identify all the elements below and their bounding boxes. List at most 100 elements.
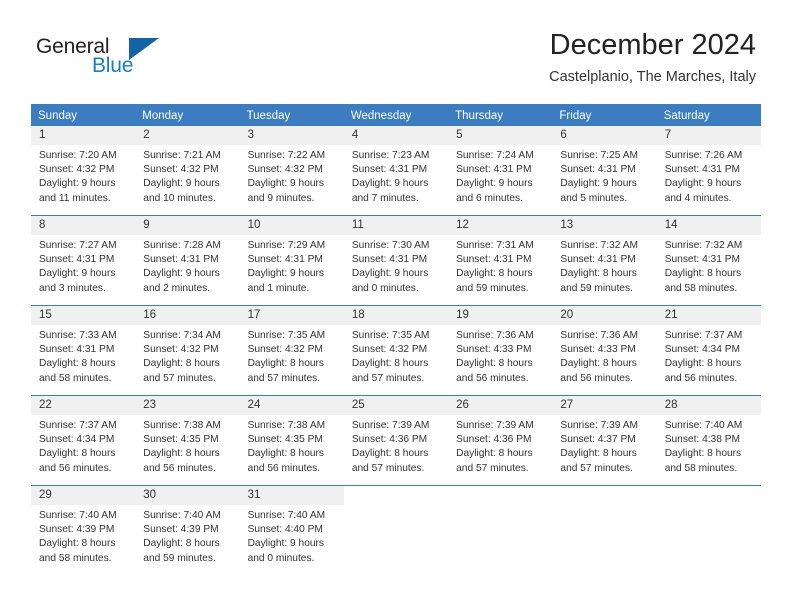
sunset-text: Sunset: 4:33 PM	[456, 344, 532, 356]
daylight-text-line2: and 5 minutes.	[560, 192, 628, 204]
day-number: 24	[239, 396, 344, 415]
day-details: Sunrise: 7:33 AM Sunset: 4:31 PM Dayligh…	[31, 325, 135, 386]
calendar-day-cell[interactable]: 31 Sunrise: 7:40 AM Sunset: 4:40 PM Dayl…	[239, 486, 344, 575]
calendar-day-cell[interactable]: 17 Sunrise: 7:35 AM Sunset: 4:32 PM Dayl…	[239, 306, 344, 395]
day-details: Sunrise: 7:25 AM Sunset: 4:31 PM Dayligh…	[552, 145, 656, 206]
calendar-day-cell[interactable]: 16 Sunrise: 7:34 AM Sunset: 4:32 PM Dayl…	[135, 306, 240, 395]
daylight-text-line2: and 3 minutes.	[39, 282, 106, 294]
calendar-day-cell[interactable]: 9 Sunrise: 7:28 AM Sunset: 4:31 PM Dayli…	[135, 216, 240, 305]
day-details: Sunrise: 7:32 AM Sunset: 4:31 PM Dayligh…	[657, 235, 761, 296]
day-details: Sunrise: 7:34 AM Sunset: 4:32 PM Dayligh…	[135, 325, 239, 386]
day-number: 3	[239, 126, 344, 145]
sunrise-text: Sunrise: 7:30 AM	[351, 240, 430, 251]
weekday-header-tuesday: Tuesday	[246, 110, 291, 122]
day-number: 6	[552, 126, 657, 145]
daylight-text-line1: Daylight: 8 hours	[456, 268, 533, 280]
calendar-day-cell[interactable]: 7 Sunrise: 7:26 AM Sunset: 4:31 PM Dayli…	[656, 126, 761, 215]
sunrise-text: Sunrise: 7:39 AM	[456, 420, 534, 431]
sunset-text: Sunset: 4:31 PM	[560, 254, 636, 266]
day-number: 27	[552, 396, 657, 415]
calendar-day-cell[interactable]: 22 Sunrise: 7:37 AM Sunset: 4:34 PM Dayl…	[31, 396, 136, 485]
sunset-text: Sunset: 4:31 PM	[39, 344, 115, 356]
sunrise-text: Sunrise: 7:23 AM	[351, 150, 430, 161]
calendar-day-cell[interactable]: 28 Sunrise: 7:40 AM Sunset: 4:38 PM Dayl…	[656, 396, 761, 485]
calendar-day-cell-empty	[552, 486, 657, 575]
calendar-day-cell[interactable]: 4 Sunrise: 7:23 AM Sunset: 4:31 PM Dayli…	[343, 126, 449, 215]
day-details: Sunrise: 7:39 AM Sunset: 4:37 PM Dayligh…	[552, 415, 656, 476]
day-details: Sunrise: 7:28 AM Sunset: 4:31 PM Dayligh…	[135, 235, 239, 296]
calendar-day-cell[interactable]: 2 Sunrise: 7:21 AM Sunset: 4:32 PM Dayli…	[135, 126, 240, 215]
calendar-day-cell[interactable]: 29 Sunrise: 7:40 AM Sunset: 4:39 PM Dayl…	[31, 486, 136, 575]
day-details: Sunrise: 7:36 AM Sunset: 4:33 PM Dayligh…	[448, 325, 552, 386]
daylight-text-line2: and 56 minutes.	[39, 462, 112, 474]
calendar-week-row: 22 Sunrise: 7:37 AM Sunset: 4:34 PM Dayl…	[31, 395, 761, 485]
calendar-day-cell[interactable]: 19 Sunrise: 7:36 AM Sunset: 4:33 PM Dayl…	[448, 306, 553, 395]
daylight-text-line1: Daylight: 8 hours	[664, 448, 742, 460]
daylight-text-line1: Daylight: 8 hours	[664, 358, 742, 370]
calendar-day-cell[interactable]: 20 Sunrise: 7:36 AM Sunset: 4:33 PM Dayl…	[552, 306, 657, 395]
day-details: Sunrise: 7:37 AM Sunset: 4:34 PM Dayligh…	[31, 415, 135, 476]
sunrise-text: Sunrise: 7:20 AM	[39, 150, 117, 161]
daylight-text-line2: and 59 minutes.	[560, 282, 633, 294]
calendar-day-cell[interactable]: 18 Sunrise: 7:35 AM Sunset: 4:32 PM Dayl…	[343, 306, 449, 395]
sunrise-text: Sunrise: 7:38 AM	[247, 420, 326, 431]
calendar-day-cell[interactable]: 10 Sunrise: 7:29 AM Sunset: 4:31 PM Dayl…	[239, 216, 344, 305]
sunrise-text: Sunrise: 7:40 AM	[664, 420, 743, 431]
daylight-text-line2: and 4 minutes.	[664, 192, 732, 204]
day-number: 23	[135, 396, 240, 415]
sunset-text: Sunset: 4:31 PM	[351, 254, 428, 266]
sunset-text: Sunset: 4:32 PM	[351, 344, 428, 356]
weekday-header-wednesday: Wednesday	[350, 110, 412, 122]
day-details: Sunrise: 7:40 AM Sunset: 4:39 PM Dayligh…	[135, 505, 239, 566]
sunset-text: Sunset: 4:31 PM	[664, 164, 741, 176]
sunrise-text: Sunrise: 7:38 AM	[143, 420, 221, 431]
daylight-text-line1: Daylight: 9 hours	[351, 178, 429, 190]
calendar-day-cell[interactable]: 8 Sunrise: 7:27 AM Sunset: 4:31 PM Dayli…	[31, 216, 136, 305]
daylight-text-line1: Daylight: 8 hours	[247, 448, 325, 460]
calendar-day-cell[interactable]: 13 Sunrise: 7:32 AM Sunset: 4:31 PM Dayl…	[552, 216, 657, 305]
daylight-text-line1: Daylight: 9 hours	[664, 178, 742, 190]
calendar-day-cell[interactable]: 30 Sunrise: 7:40 AM Sunset: 4:39 PM Dayl…	[135, 486, 240, 575]
sunset-text: Sunset: 4:32 PM	[39, 164, 115, 176]
calendar-day-cell[interactable]: 23 Sunrise: 7:38 AM Sunset: 4:35 PM Dayl…	[135, 396, 240, 485]
calendar-day-cell[interactable]: 6 Sunrise: 7:25 AM Sunset: 4:31 PM Dayli…	[552, 126, 657, 215]
calendar-day-cell[interactable]: 12 Sunrise: 7:31 AM Sunset: 4:31 PM Dayl…	[448, 216, 553, 305]
sunset-text: Sunset: 4:36 PM	[351, 434, 428, 446]
calendar-day-cell-empty	[656, 486, 761, 575]
daylight-text-line2: and 0 minutes.	[247, 552, 315, 564]
weekday-header-friday: Friday	[559, 110, 592, 122]
daylight-text-line1: Daylight: 8 hours	[143, 358, 220, 370]
calendar-day-cell[interactable]: 27 Sunrise: 7:39 AM Sunset: 4:37 PM Dayl…	[552, 396, 657, 485]
daylight-text-line1: Daylight: 8 hours	[560, 358, 637, 370]
sunrise-text: Sunrise: 7:24 AM	[456, 150, 534, 161]
calendar-day-cell[interactable]: 24 Sunrise: 7:38 AM Sunset: 4:35 PM Dayl…	[239, 396, 344, 485]
day-details: Sunrise: 7:23 AM Sunset: 4:31 PM Dayligh…	[344, 145, 448, 206]
sunset-text: Sunset: 4:31 PM	[560, 164, 636, 176]
day-details: Sunrise: 7:40 AM Sunset: 4:39 PM Dayligh…	[31, 505, 135, 566]
calendar-day-cell[interactable]: 5 Sunrise: 7:24 AM Sunset: 4:31 PM Dayli…	[448, 126, 553, 215]
calendar-day-cell[interactable]: 14 Sunrise: 7:32 AM Sunset: 4:31 PM Dayl…	[656, 216, 761, 305]
sunrise-text: Sunrise: 7:31 AM	[456, 240, 534, 251]
daylight-text-line2: and 7 minutes.	[351, 192, 419, 204]
brand-logo[interactable]: General Blue	[36, 36, 186, 84]
calendar-day-cell[interactable]: 21 Sunrise: 7:37 AM Sunset: 4:34 PM Dayl…	[656, 306, 761, 395]
calendar-day-cell[interactable]: 1 Sunrise: 7:20 AM Sunset: 4:32 PM Dayli…	[31, 126, 136, 215]
sunset-text: Sunset: 4:31 PM	[456, 164, 532, 176]
daylight-text-line2: and 2 minutes.	[143, 282, 211, 294]
daylight-text-line2: and 59 minutes.	[456, 282, 529, 294]
calendar-day-cell[interactable]: 26 Sunrise: 7:39 AM Sunset: 4:36 PM Dayl…	[448, 396, 553, 485]
calendar-page: General Blue December 2024 Castelplanio,…	[0, 0, 792, 612]
sunset-text: Sunset: 4:38 PM	[664, 434, 741, 446]
calendar-day-cell[interactable]: 25 Sunrise: 7:39 AM Sunset: 4:36 PM Dayl…	[343, 396, 449, 485]
daylight-text-line2: and 58 minutes.	[39, 552, 112, 564]
day-number	[343, 486, 449, 505]
day-details: Sunrise: 7:30 AM Sunset: 4:31 PM Dayligh…	[344, 235, 448, 296]
weekday-header-saturday: Saturday	[663, 110, 710, 122]
calendar-day-cell[interactable]: 11 Sunrise: 7:30 AM Sunset: 4:31 PM Dayl…	[343, 216, 449, 305]
sunrise-text: Sunrise: 7:40 AM	[39, 510, 117, 521]
sunset-text: Sunset: 4:34 PM	[39, 434, 115, 446]
calendar-day-cell[interactable]: 3 Sunrise: 7:22 AM Sunset: 4:32 PM Dayli…	[239, 126, 344, 215]
calendar-day-cell[interactable]: 15 Sunrise: 7:33 AM Sunset: 4:31 PM Dayl…	[31, 306, 136, 395]
daylight-text-line1: Daylight: 9 hours	[143, 178, 220, 190]
daylight-text-line1: Daylight: 8 hours	[560, 448, 637, 460]
